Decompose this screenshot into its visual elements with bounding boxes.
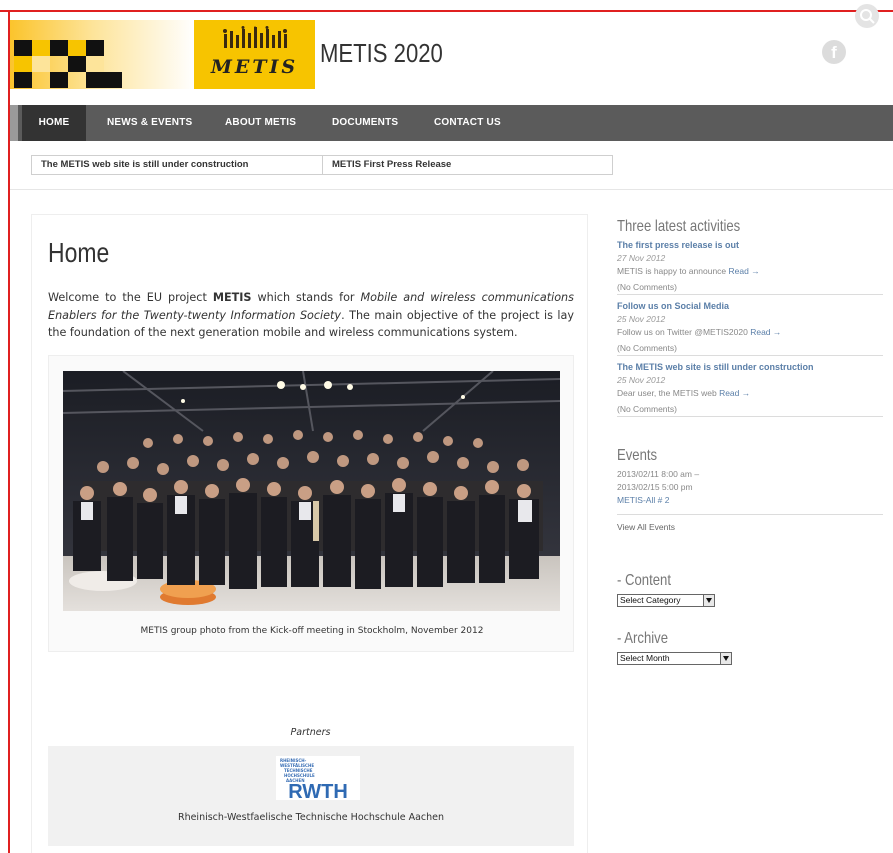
main-content: Home Welcome to the EU project METIS whi… [31,214,588,853]
activity-title[interactable]: The METIS web site is still under constr… [617,362,883,372]
archive-select[interactable]: Select Month [617,652,732,665]
event-link[interactable]: METIS-All # 2 [617,495,883,515]
nav-news-events[interactable]: NEWS & EVENTS [107,105,192,141]
activity-title[interactable]: The first press release is out [617,240,883,250]
activity-excerpt-text: Follow us on Twitter @METIS2020 [617,327,748,337]
metis-logo[interactable]: METIS [10,20,315,89]
activity-comments[interactable]: (No Comments) [617,404,883,417]
activity-title[interactable]: Follow us on Social Media [617,301,883,311]
activity-item: The first press release is out 27 Nov 20… [617,240,883,295]
dropdown-arrow-icon[interactable] [720,653,731,664]
content-title: - Content [617,572,671,589]
activity-excerpt: Follow us on Twitter @METIS2020 Read → [617,327,883,337]
activities-title: Three latest activities [617,218,741,235]
read-more-link[interactable]: Read → [719,388,750,398]
intro-text: Welcome to the EU project [48,291,213,304]
rwth-logo-word: RWTH [288,781,348,800]
news-ticker: The METIS web site is still under constr… [31,155,613,175]
nav-home[interactable]: HOME [22,105,86,141]
partner-card: RHEINISCH- WESTFÄLISCHE TECHNISCHE HOCHS… [48,746,574,846]
nav-documents[interactable]: DOCUMENTS [332,105,398,141]
dropdown-arrow-icon[interactable] [703,595,714,606]
activity-date: 25 Nov 2012 [617,375,666,385]
nav-contact-us[interactable]: CONTACT US [434,105,501,141]
activity-date: 27 Nov 2012 [617,253,666,263]
partner-name: Rheinisch-Westfaelische Technische Hochs… [177,812,445,823]
activity-comments[interactable]: (No Comments) [617,282,883,295]
photo-caption: METIS group photo from the Kick-off meet… [140,626,484,636]
site-title[interactable]: METIS 2020 [320,38,443,69]
activity-comments[interactable]: (No Comments) [617,343,883,356]
logo-text: METIS [210,56,299,78]
nav-about-metis[interactable]: ABOUT METIS [225,105,296,141]
activity-excerpt-text: METIS is happy to announce [617,266,727,276]
archive-select-value: Select Month [620,653,670,663]
activity-item: The METIS web site is still under constr… [617,362,883,417]
ticker-item[interactable]: The METIS web site is still under constr… [41,156,248,174]
intro-paragraph: Welcome to the EU project METIS which st… [48,289,574,342]
nav-edge [10,105,18,141]
ticker-separator [322,156,323,174]
site-header: METIS METIS 2020 f [10,4,893,105]
logo-wordmark: METIS [194,20,315,89]
event-end: 2013/02/15 5:00 pm [617,482,693,492]
read-more-link[interactable]: Read → [750,327,781,337]
intro-metis: METIS [212,291,252,304]
activity-excerpt: Dear user, the METIS web Read → [617,388,883,398]
activity-excerpt: METIS is happy to announce Read → [617,266,883,276]
category-select[interactable]: Select Category [617,594,715,607]
group-photo-image [63,371,560,611]
rwth-logo[interactable]: RHEINISCH- WESTFÄLISCHE TECHNISCHE HOCHS… [276,756,360,800]
logo-emblem-icon [223,26,287,48]
partners-heading: Partners [290,727,331,738]
main-nav: HOME NEWS & EVENTS ABOUT METIS DOCUMENTS… [10,105,893,141]
event-start: 2013/02/11 8:00 am – [617,469,700,479]
sidebar: Three latest activities The first press … [617,214,883,666]
activity-date: 25 Nov 2012 [617,314,666,324]
facebook-icon[interactable]: f [822,40,846,64]
event-item: 2013/02/11 8:00 am – 2013/02/15 5:00 pm … [617,469,883,515]
activity-item: Follow us on Social Media 25 Nov 2012 Fo… [617,301,883,356]
page-title: Home [48,237,110,268]
intro-text: which stands for [251,291,361,304]
category-select-value: Select Category [620,595,681,605]
logo-checker-graphic [10,20,195,89]
events-title: Events [617,447,658,464]
header-divider [10,189,893,190]
view-all-events-link[interactable]: View All Events [617,522,883,532]
search-icon[interactable] [855,4,881,30]
archive-title: - Archive [617,630,669,647]
activity-excerpt-text: Dear user, the METIS web [617,388,717,398]
ticker-item[interactable]: METIS First Press Release [332,156,451,174]
read-more-link[interactable]: Read → [729,266,760,276]
photo-figure: METIS group photo from the Kick-off meet… [48,355,574,652]
group-photo[interactable] [63,371,560,611]
